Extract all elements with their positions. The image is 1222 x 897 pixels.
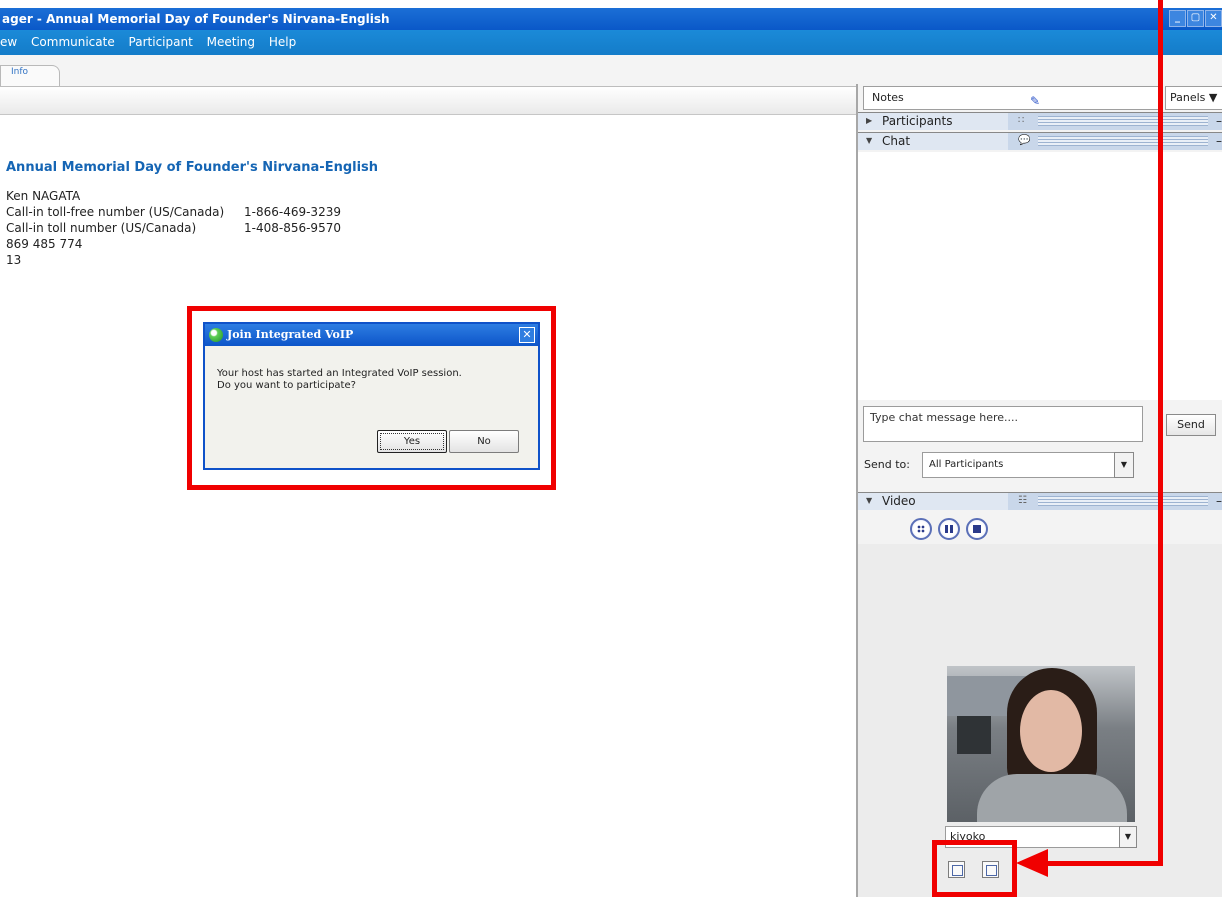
meeting-number: 869 485 774 (6, 237, 83, 251)
menu-communicate[interactable]: Communicate (31, 35, 115, 49)
window-title: ager - Annual Memorial Day of Founder's … (2, 12, 390, 26)
annotation-arrowhead (1016, 849, 1048, 877)
chevron-down-icon[interactable]: ▼ (1114, 452, 1134, 478)
header-grip (1038, 136, 1208, 146)
participants-panel-header[interactable]: ▶ Participants ∷ – (858, 112, 1222, 130)
panels-menu-button[interactable]: Panels ▼ (1165, 86, 1222, 110)
tab-strip: Info (0, 55, 1222, 87)
notes-pen-icon: ✎ (1030, 94, 1041, 108)
video-buttons-highlight-box (932, 840, 1017, 897)
collapse-panel-icon[interactable]: – (1216, 493, 1222, 509)
panels-label: Panels (1170, 91, 1206, 104)
dialog-message-line2: Do you want to participate? (217, 380, 356, 391)
video-layout-icon[interactable] (910, 518, 932, 540)
chat-input[interactable]: Type chat message here.... (863, 406, 1143, 442)
window-controls: _ ▢ ✕ (1169, 10, 1222, 27)
menu-meeting[interactable]: Meeting (207, 35, 255, 49)
video-options-icon: ☷ (1018, 495, 1027, 506)
dialog-message: Your host has started an Integrated VoIP… (205, 346, 538, 392)
annotation-line-vertical (1158, 0, 1163, 866)
video-title: Video (882, 494, 916, 508)
dialog-title: Join Integrated VoIP (227, 328, 354, 341)
participants-icon: ∷ (1018, 115, 1025, 126)
collapse-panel-icon[interactable]: – (1216, 113, 1222, 129)
window-title-bar: ager - Annual Memorial Day of Founder's … (0, 8, 1222, 30)
no-button[interactable]: No (449, 430, 519, 453)
send-to-select[interactable]: All Participants ▼ (922, 452, 1134, 478)
tab-info[interactable]: Info (0, 65, 60, 87)
dialog-title-bar: Join Integrated VoIP ✕ (205, 324, 538, 346)
annotation-line-horizontal (1046, 861, 1163, 866)
send-button[interactable]: Send (1166, 414, 1216, 436)
header-grip (1038, 116, 1208, 126)
chat-title: Chat (882, 134, 911, 148)
toll-label: Call-in toll number (US/Canada) (6, 221, 197, 235)
menu-bar: ew Communicate Participant Meeting Help (0, 30, 1222, 55)
menu-help[interactable]: Help (269, 35, 296, 49)
collapse-panel-icon[interactable]: – (1216, 133, 1222, 149)
send-to-value: All Participants (929, 459, 1004, 470)
attendee-id: 13 (6, 253, 22, 267)
minimize-icon[interactable]: _ (1169, 10, 1186, 27)
chat-messages (858, 152, 1222, 400)
tollfree-label: Call-in toll-free number (US/Canada) (6, 205, 225, 219)
voip-dialog: Join Integrated VoIP ✕ Your host has sta… (203, 322, 540, 470)
menu-participant[interactable]: Participant (129, 35, 193, 49)
toll-row: Call-in toll number (US/Canada) 1-408-85… (6, 220, 378, 236)
dialog-buttons: Yes No (377, 430, 519, 453)
menu-view[interactable]: ew (0, 35, 17, 49)
notes-button[interactable]: Notes ✎ (863, 86, 1163, 110)
close-icon[interactable]: ✕ (1205, 10, 1222, 27)
collapse-triangle-icon: ▼ (866, 136, 873, 145)
restore-icon[interactable]: ▢ (1187, 10, 1204, 27)
notes-label: Notes (872, 91, 904, 104)
participants-title: Participants (882, 114, 953, 128)
meeting-heading: Annual Memorial Day of Founder's Nirvana… (6, 160, 379, 175)
tollfree-number: 1-866-469-3239 (244, 205, 341, 219)
yes-button[interactable]: Yes (377, 430, 447, 453)
dialog-close-icon[interactable]: ✕ (519, 327, 535, 343)
info-toolbar-area (0, 87, 856, 115)
chevron-down-icon[interactable]: ▼ (1119, 826, 1137, 848)
collapse-triangle-icon: ▼ (866, 496, 873, 505)
dialog-message-line1: Your host has started an Integrated VoIP… (217, 368, 462, 379)
send-to-label: Send to: (864, 458, 910, 471)
stop-icon[interactable] (966, 518, 988, 540)
expand-triangle-icon: ▶ (866, 116, 873, 125)
participant-video-image (947, 666, 1135, 822)
tollfree-row: Call-in toll-free number (US/Canada) 1-8… (6, 204, 378, 220)
toll-number: 1-408-856-9570 (244, 221, 341, 235)
header-grip (1038, 496, 1208, 506)
host-name: Ken NAGATA (6, 189, 81, 203)
chat-panel-header[interactable]: ▼ Chat 💬 – (858, 132, 1222, 150)
chevron-down-icon: ▼ (1208, 91, 1218, 104)
meeting-info: Annual Memorial Day of Founder's Nirvana… (6, 160, 378, 268)
tab-info-label: Info (11, 67, 29, 77)
voip-globe-icon (209, 328, 223, 342)
chat-bubble-icon: 💬 (1018, 135, 1031, 146)
video-panel-header[interactable]: ▼ Video ☷ – (858, 492, 1222, 510)
pause-icon[interactable] (938, 518, 960, 540)
